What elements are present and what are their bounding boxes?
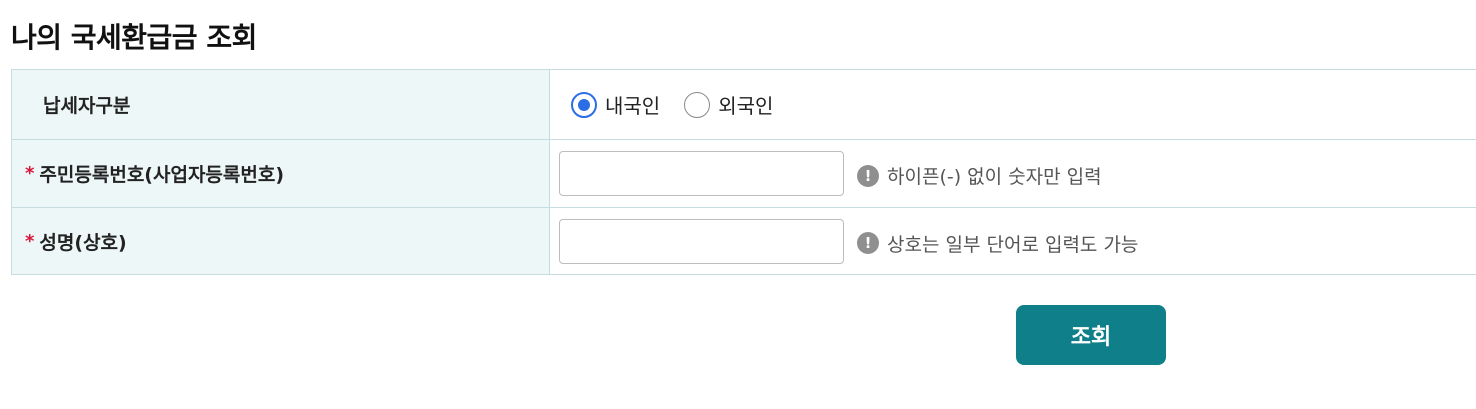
taxpayer-type-row: 납세자구분 내국인 외국인 [11, 70, 1476, 140]
name-value-cell: ! 상호는 일부 단어로 입력도 가능 [550, 208, 1476, 274]
refund-search-form: 납세자구분 내국인 외국인 * 주민등록번호(사업자등록번호) ! 하이픈(-)… [11, 69, 1476, 275]
taxpayer-type-options: 내국인 외국인 [550, 70, 1476, 139]
radio-domestic-selected-icon[interactable] [571, 91, 597, 118]
name-hint: ! 상호는 일부 단어로 입력도 가능 [857, 230, 1138, 257]
resident-number-row: * 주민등록번호(사업자등록번호) ! 하이픈(-) 없이 숫자만 입력 [11, 140, 1476, 208]
page-title: 나의 국세환급금 조회 [11, 21, 257, 54]
resident-number-value-cell: ! 하이픈(-) 없이 숫자만 입력 [550, 140, 1476, 207]
resident-number-label: 주민등록번호(사업자등록번호) [39, 164, 285, 186]
resident-number-input[interactable] [559, 151, 844, 196]
radio-domestic-label[interactable]: 내국인 [605, 90, 660, 119]
required-mark: * [25, 230, 35, 252]
name-label-cell: * 성명(상호) [12, 208, 550, 274]
name-hint-text: 상호는 일부 단어로 입력도 가능 [887, 233, 1139, 256]
resident-number-label-cell: * 주민등록번호(사업자등록번호) [12, 140, 550, 207]
radio-dot-icon [578, 98, 590, 111]
radio-foreigner-unselected-icon[interactable] [684, 91, 711, 118]
name-input[interactable] [559, 218, 844, 264]
search-button[interactable]: 조회 [1016, 305, 1166, 365]
radio-foreigner[interactable]: 외국인 [684, 90, 773, 119]
exclamation-icon: ! [857, 164, 879, 187]
radio-foreigner-label[interactable]: 외국인 [718, 90, 773, 119]
radio-domestic[interactable]: 내국인 [571, 90, 660, 119]
name-row: * 성명(상호) ! 상호는 일부 단어로 입력도 가능 [11, 208, 1476, 275]
resident-number-hint: ! 하이픈(-) 없이 숫자만 입력 [857, 162, 1102, 189]
resident-number-hint-text: 하이픈(-) 없이 숫자만 입력 [887, 166, 1102, 188]
name-label: 성명(상호) [39, 231, 127, 254]
taxpayer-type-label: 납세자구분 [12, 70, 550, 139]
exclamation-icon: ! [857, 232, 879, 254]
required-mark: * [25, 163, 35, 184]
